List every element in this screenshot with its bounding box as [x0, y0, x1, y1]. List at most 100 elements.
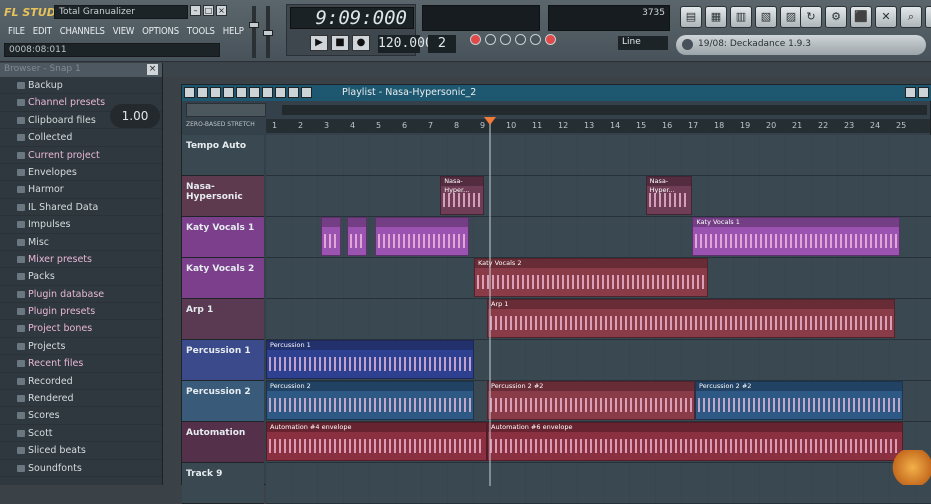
browser-item[interactable]: Backup [0, 77, 162, 95]
menu-channels[interactable]: CHANNELS [56, 26, 109, 37]
option-toggle-5[interactable] [530, 34, 541, 45]
tool-draw[interactable] [184, 87, 195, 98]
playlist-button[interactable]: ▤ [680, 6, 702, 28]
tool-slice[interactable] [249, 87, 260, 98]
close-icon[interactable]: × [147, 64, 158, 75]
tool-zoom[interactable] [275, 87, 286, 98]
playlist-clip[interactable] [375, 217, 469, 256]
bar-ruler[interactable]: 1 2 3 4 5 6 7 8 9 10 11 12 13 14 15 16 17 18 19 20 21 22 23 24 2… [266, 119, 930, 133]
browser-item[interactable]: Project bones [0, 320, 162, 338]
track-header[interactable]: Percussion 2 [182, 381, 264, 422]
snap-select[interactable]: Line [618, 36, 668, 50]
track-lane[interactable] [266, 176, 931, 217]
master-volume-slider[interactable] [249, 6, 259, 58]
track-header[interactable]: Katy Vocals 1 [182, 217, 264, 258]
step-sequencer-button[interactable]: ▦ [705, 6, 727, 28]
track-header[interactable]: Tempo Auto [182, 135, 264, 176]
mixer-button[interactable]: ▨ [780, 6, 802, 28]
option-toggle-6[interactable] [545, 34, 556, 45]
browser-item[interactable]: Soundfonts [0, 460, 162, 477]
playlist-clip[interactable]: Nasa-Hyper... [645, 176, 693, 215]
playlist-clip[interactable]: Nasa-Hyper... [440, 176, 485, 215]
option-toggle-4[interactable] [515, 34, 526, 45]
track-header[interactable]: Percussion 1 [182, 340, 264, 381]
minimize-button[interactable]: – [190, 5, 201, 16]
playhead-marker[interactable] [484, 117, 496, 125]
snap-options[interactable]: ZERO-BASED STRETCH [186, 121, 255, 128]
browser-button[interactable]: ▧ [755, 6, 777, 28]
browser-item[interactable]: Sliced beats [0, 442, 162, 460]
playlist-clip[interactable] [346, 217, 368, 256]
tools-icon[interactable]: ✕ [875, 6, 897, 28]
tool-slip[interactable] [236, 87, 247, 98]
option-toggle-2[interactable] [485, 34, 496, 45]
browser-item[interactable]: IL Shared Data [0, 199, 162, 217]
render-icon[interactable]: ⬛ [850, 6, 872, 28]
browser-item[interactable]: Plugin database [0, 286, 162, 304]
playlist-clip[interactable]: Katy Vocals 1 [692, 217, 901, 256]
tool-mute[interactable] [223, 87, 234, 98]
song-position-clock[interactable]: 9:09:000 [290, 7, 414, 29]
tool-playback[interactable] [288, 87, 299, 98]
playlist-clip[interactable]: Automation #4 envelope [266, 422, 487, 461]
option-toggle-3[interactable] [500, 34, 511, 45]
play-button[interactable]: ▶ [310, 35, 328, 51]
browser-item[interactable]: Scott [0, 425, 162, 443]
tool-delete[interactable] [210, 87, 221, 98]
horizontal-scrollbar[interactable] [282, 105, 927, 115]
menu-view[interactable]: VIEW [109, 26, 138, 37]
playlist-clip[interactable] [320, 217, 342, 256]
playlist-clip[interactable]: Automation #6 envelope [487, 422, 903, 461]
playlist-clip[interactable]: Arp 1 [487, 299, 896, 338]
tool-stretch[interactable] [301, 87, 312, 98]
browser-item[interactable]: Packs [0, 268, 162, 286]
playlist-clip[interactable]: Percussion 1 [266, 340, 474, 379]
help-icon[interactable]: ? [925, 6, 931, 28]
stop-button[interactable]: ■ [331, 35, 349, 51]
master-pitch-slider[interactable] [263, 6, 273, 58]
track-header[interactable]: Track 9 [182, 463, 264, 504]
playlist-clip[interactable]: Percussion 2 #2 [487, 381, 695, 420]
browser-item[interactable]: Envelopes [0, 164, 162, 182]
playlist-clip[interactable]: Katy Vocals 2 [474, 258, 708, 297]
pattern-selector[interactable]: 2 [428, 35, 456, 53]
browser-item[interactable]: Impulses [0, 216, 162, 234]
browser-item[interactable]: Recorded [0, 373, 162, 391]
browser-item[interactable]: Misc [0, 234, 162, 251]
playlist-view-toggles[interactable] [186, 103, 266, 117]
browser-item[interactable]: Rendered [0, 390, 162, 408]
track-lane[interactable] [266, 463, 931, 504]
browser-item[interactable]: Plugin presets [0, 303, 162, 321]
tempo-display[interactable]: 120.000 [378, 35, 433, 53]
playlist-clip[interactable]: Percussion 2 #2 [695, 381, 903, 420]
track-lane[interactable] [266, 135, 931, 176]
menu-file[interactable]: FILE [4, 26, 29, 37]
track-header[interactable]: Katy Vocals 2 [182, 258, 264, 299]
refresh-icon[interactable]: ↻ [800, 6, 822, 28]
playlist-minimize-button[interactable] [905, 87, 916, 98]
playlist-close-button[interactable] [918, 87, 929, 98]
playlist-clip[interactable]: Percussion 2 [266, 381, 474, 420]
cpu-icon[interactable]: ⚙ [825, 6, 847, 28]
record-button[interactable]: ● [352, 35, 370, 51]
track-header[interactable]: Nasa-Hypersonic [182, 176, 264, 217]
browser-item[interactable]: Current project [0, 147, 162, 164]
piano-roll-button[interactable]: ▥ [730, 6, 752, 28]
maximize-button[interactable]: □ [203, 5, 214, 16]
browser-item[interactable]: Collected [0, 129, 162, 147]
tool-select[interactable] [262, 87, 273, 98]
browser-item[interactable]: Recent files [0, 355, 162, 373]
option-toggle-1[interactable] [470, 34, 481, 45]
menu-tools[interactable]: TOOLS [183, 26, 219, 37]
close-button[interactable]: × [216, 5, 227, 16]
menu-edit[interactable]: EDIT [29, 26, 56, 37]
browser-item[interactable]: Scores [0, 407, 162, 425]
menu-help[interactable]: HELP [219, 26, 248, 37]
track-header[interactable]: Arp 1 [182, 299, 264, 340]
plugin-picker[interactable]: 19/08: Deckadance 1.9.3 [676, 35, 926, 55]
browser-item[interactable]: Mixer presets [0, 251, 162, 269]
track-header[interactable]: Automation [182, 422, 264, 463]
menu-options[interactable]: OPTIONS [138, 26, 183, 37]
browser-item[interactable]: Harmor [0, 181, 162, 199]
browser-item[interactable]: Projects [0, 338, 162, 356]
